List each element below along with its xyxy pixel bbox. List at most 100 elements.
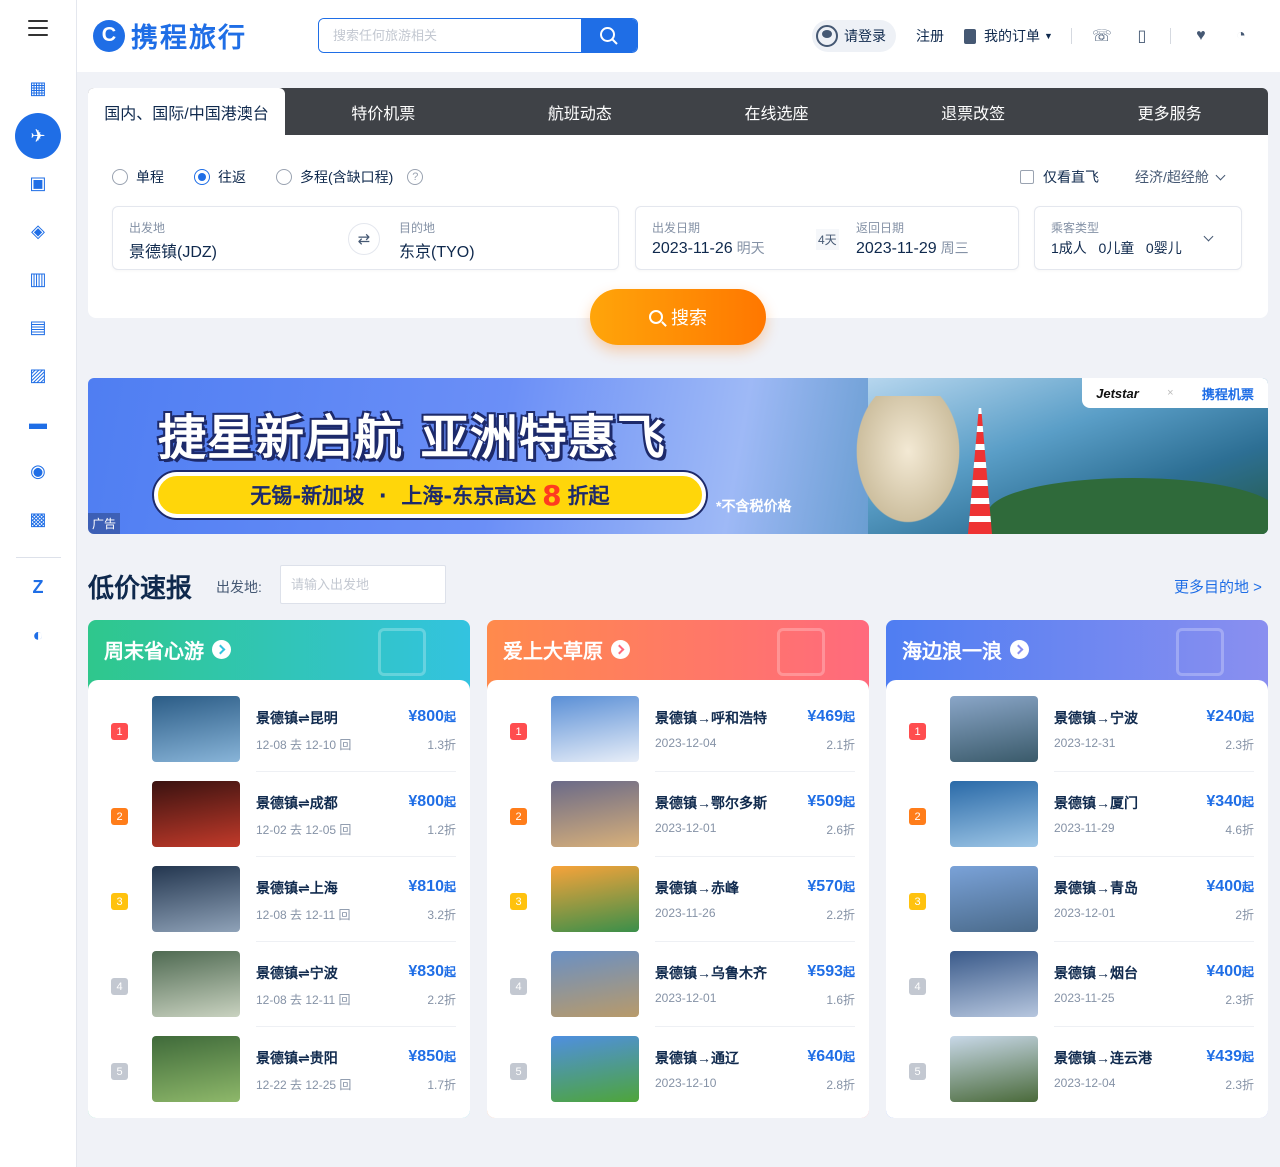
deal-price-suffix: 起 <box>1241 965 1254 979</box>
deal-dates: 12-08 去 12-11 回 <box>256 908 351 922</box>
train-icon[interactable]: ▣ <box>22 167 54 199</box>
flight-search-label: 搜索 <box>671 308 707 328</box>
deal-row[interactable]: 2 景德镇→厦门 2023-11-29 ¥340起 4.6折 <box>886 781 1268 866</box>
deal-row[interactable]: 1 景德镇→宁波 2023-12-31 ¥240起 2.3折 <box>886 696 1268 781</box>
site-search-input[interactable] <box>319 19 581 52</box>
deal-row[interactable]: 5 景德镇→通辽 2023-12-10 ¥640起 2.8折 <box>487 1036 869 1118</box>
dolphin-icon[interactable]: ◔ <box>1231 26 1251 46</box>
banner-pill: 无锡-新加坡 · 上海-东京高达 8 折起 <box>154 472 706 518</box>
direct-only-checkbox[interactable]: 仅看直飞 <box>1020 167 1099 187</box>
help-icon[interactable]: ? <box>407 169 424 185</box>
deal-row[interactable]: 5 景德镇→连云港 2023-12-04 ¥439起 2.3折 <box>886 1036 1268 1118</box>
register-link[interactable]: 注册 <box>916 26 944 46</box>
deal-dates: 2023-12-01 <box>1054 906 1116 920</box>
column-decoration-icon <box>1176 628 1224 676</box>
heart-icon[interactable]: ♥ <box>1191 26 1211 46</box>
deal-price-value: ¥240 <box>1206 708 1242 725</box>
destination-photo <box>551 866 639 932</box>
orders-menu[interactable]: 我的订单 ▼ <box>964 26 1053 46</box>
banner-brand: Jetstar × 携程机票 <box>1082 378 1268 408</box>
deal-row[interactable]: 3 景德镇→青岛 2023-12-01 ¥400起 2折 <box>886 866 1268 951</box>
deal-price: ¥439起 <box>1206 1048 1254 1066</box>
logo[interactable]: C 携程旅行 <box>93 16 247 55</box>
deal-dates: 2023-12-01 <box>655 991 717 1005</box>
deal-price: ¥830起 <box>408 963 456 981</box>
deal-row[interactable]: 2 景德镇→鄂尔多斯 2023-12-01 ¥509起 2.6折 <box>487 781 869 866</box>
promo-banner[interactable]: 捷星新启航 亚洲特惠飞 无锡-新加坡 · 上海-东京高达 8 折起 *不含税价格… <box>88 378 1268 534</box>
deal-dates: 12-02 去 12-05 回 <box>256 823 352 837</box>
rank-badge: 2 <box>111 808 128 825</box>
login-button[interactable]: 请登录 <box>812 20 896 52</box>
guide-icon[interactable]: ▥ <box>22 263 54 295</box>
ticket-icon[interactable]: ◈ <box>22 215 54 247</box>
deal-row[interactable]: 5 景德镇⇌贵阳 12-22 去 12-25 回 ¥850起 1.7折 <box>88 1036 470 1118</box>
deal-row[interactable]: 4 景德镇→烟台 2023-11-25 ¥400起 2.3折 <box>886 951 1268 1036</box>
rank-badge: 4 <box>111 978 128 995</box>
deal-row[interactable]: 1 景德镇⇌昆明 12-08 去 12-10 回 ¥800起 1.3折 <box>88 696 470 781</box>
tab-flight-status[interactable]: 航班动态 <box>482 88 679 135</box>
from-input[interactable]: 景德镇(JDZ) <box>129 238 217 262</box>
radio-round-trip[interactable]: 往返 <box>194 167 246 187</box>
tab-seat-selection[interactable]: 在线选座 <box>678 88 875 135</box>
deal-row[interactable]: 2 景德镇⇌成都 12-02 去 12-05 回 ¥800起 1.2折 <box>88 781 470 866</box>
radio-multi-city[interactable]: 多程(含缺口程) <box>276 167 393 187</box>
deal-dates: 2023-12-10 <box>655 1076 717 1090</box>
deal-row[interactable]: 3 景德镇⇌上海 12-08 去 12-11 回 ¥810起 3.2折 <box>88 866 470 951</box>
more-destinations-link[interactable]: 更多目的地 > <box>1174 576 1262 597</box>
column-decoration-icon <box>777 628 825 676</box>
photo-icon[interactable]: ▨ <box>22 359 54 391</box>
lowprice-from-input[interactable] <box>280 565 446 604</box>
deal-dates: 12-08 去 12-11 回 <box>256 993 351 1007</box>
bus-icon[interactable]: ▤ <box>22 311 54 343</box>
deal-price-value: ¥400 <box>1206 878 1242 895</box>
deal-discount: 1.3折 <box>427 738 456 752</box>
deal-column-header[interactable]: 周末省心游 <box>88 620 470 678</box>
top-header: C 携程旅行 请登录 注册 我的订单 ▼ ☏ ▯ ♥ ◔ <box>77 0 1280 72</box>
mobile-icon[interactable]: ▯ <box>1132 26 1152 46</box>
deal-column-header[interactable]: 爱上大草原 <box>487 620 869 678</box>
dolphin-icon[interactable]: ◐ <box>22 619 54 651</box>
deal-row[interactable]: 1 景德镇→呼和浩特 2023-12-04 ¥469起 2.1折 <box>487 696 869 781</box>
row-divider <box>256 856 456 857</box>
plane-icon[interactable]: ✈ <box>15 113 61 159</box>
tab-special-fares[interactable]: 特价机票 <box>285 88 482 135</box>
cabin-select[interactable]: 经济/超经舱 <box>1135 167 1226 187</box>
biz-icon[interactable]: Z <box>22 571 54 603</box>
gift-icon[interactable]: ▩ <box>22 503 54 535</box>
deal-row[interactable]: 4 景德镇→乌鲁木齐 2023-12-01 ¥593起 1.6折 <box>487 951 869 1036</box>
row-divider <box>655 771 855 772</box>
rank-badge: 4 <box>510 978 527 995</box>
deal-column-header[interactable]: 海边浪一浪 <box>886 620 1268 678</box>
chevron-down-icon <box>1215 170 1226 180</box>
depart-date-input[interactable]: 2023-11-26 明天 <box>652 238 765 258</box>
globe-icon[interactable]: ◉ <box>22 455 54 487</box>
tab-more-services[interactable]: 更多服务 <box>1071 88 1268 135</box>
swap-icon[interactable]: ⇄ <box>348 223 380 255</box>
car-icon[interactable]: ▬ <box>22 407 54 439</box>
deal-price-value: ¥439 <box>1206 1048 1242 1065</box>
banner-pill-suffix: 折起 <box>567 484 610 508</box>
hotel-icon[interactable]: ▦ <box>22 72 54 104</box>
search-icon-button[interactable] <box>581 19 637 52</box>
deal-route: 景德镇→鄂尔多斯 <box>655 795 767 811</box>
service-icon[interactable]: ☏ <box>1092 26 1112 46</box>
flight-search-button[interactable]: 搜索 <box>590 289 766 345</box>
passenger-field[interactable]: 乘客类型 1成人 0儿童 0婴儿 <box>1034 206 1242 270</box>
row-divider <box>256 771 456 772</box>
destination-photo <box>950 951 1038 1017</box>
depart-date-sub: 明天 <box>736 240 765 256</box>
destination-photo <box>950 866 1038 932</box>
deal-dates: 12-08 去 12-10 回 <box>256 738 352 752</box>
row-divider <box>655 856 855 857</box>
deal-row[interactable]: 4 景德镇⇌宁波 12-08 去 12-11 回 ¥830起 2.2折 <box>88 951 470 1036</box>
tab-refund-change[interactable]: 退票改签 <box>875 88 1072 135</box>
deal-route: 景德镇→宁波 <box>1054 710 1138 726</box>
return-date-input[interactable]: 2023-11-29 周三 <box>856 238 969 258</box>
rank-badge: 2 <box>510 808 527 825</box>
deal-route: 景德镇→赤峰 <box>655 880 739 896</box>
radio-one-way[interactable]: 单程 <box>112 167 164 187</box>
to-input[interactable]: 东京(TYO) <box>399 238 475 262</box>
menu-icon[interactable] <box>28 20 48 36</box>
deal-row[interactable]: 3 景德镇→赤峰 2023-11-26 ¥570起 2.2折 <box>487 866 869 951</box>
tab-domestic-intl[interactable]: 国内、国际/中国港澳台 <box>88 88 285 135</box>
